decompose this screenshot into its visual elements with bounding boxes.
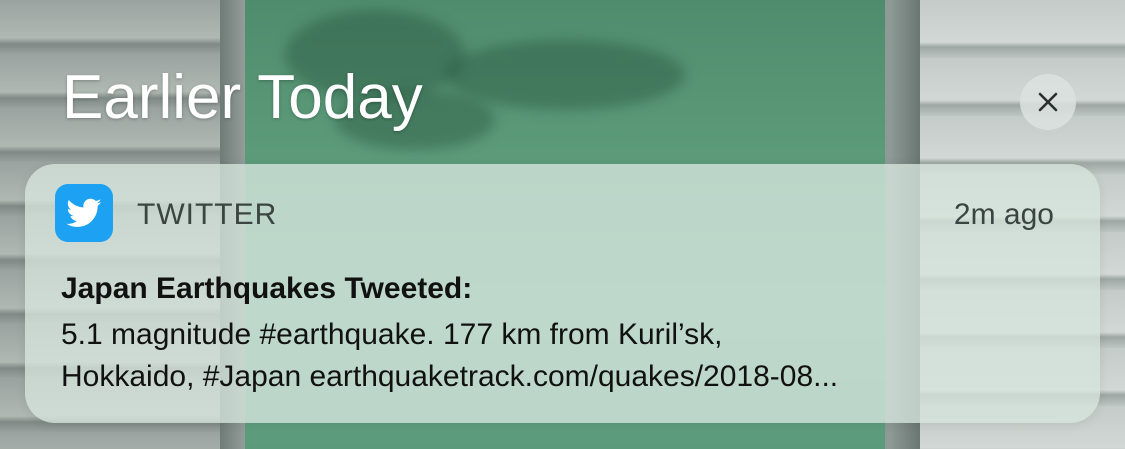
notification-title: Japan Earthquakes Tweeted:	[61, 272, 473, 305]
notification-body-line: Hokkaido, #Japan earthquaketrack.com/qua…	[61, 360, 839, 393]
notification-card[interactable]: TWITTER 2m ago Japan Earthquakes Tweeted…	[25, 164, 1100, 423]
clear-notifications-button[interactable]	[1020, 74, 1076, 130]
notification-timestamp: 2m ago	[953, 198, 1054, 231]
twitter-app-icon	[55, 184, 113, 242]
section-title: Earlier Today	[62, 63, 423, 132]
notification-app-name: TWITTER	[137, 198, 278, 231]
notification-body: 5.1 magnitude #earthquake. 177 km from K…	[61, 314, 1071, 398]
notification-body-line: 5.1 magnitude #earthquake. 177 km from K…	[61, 318, 723, 351]
close-icon	[1038, 92, 1058, 112]
twitter-bird-icon	[66, 198, 102, 227]
